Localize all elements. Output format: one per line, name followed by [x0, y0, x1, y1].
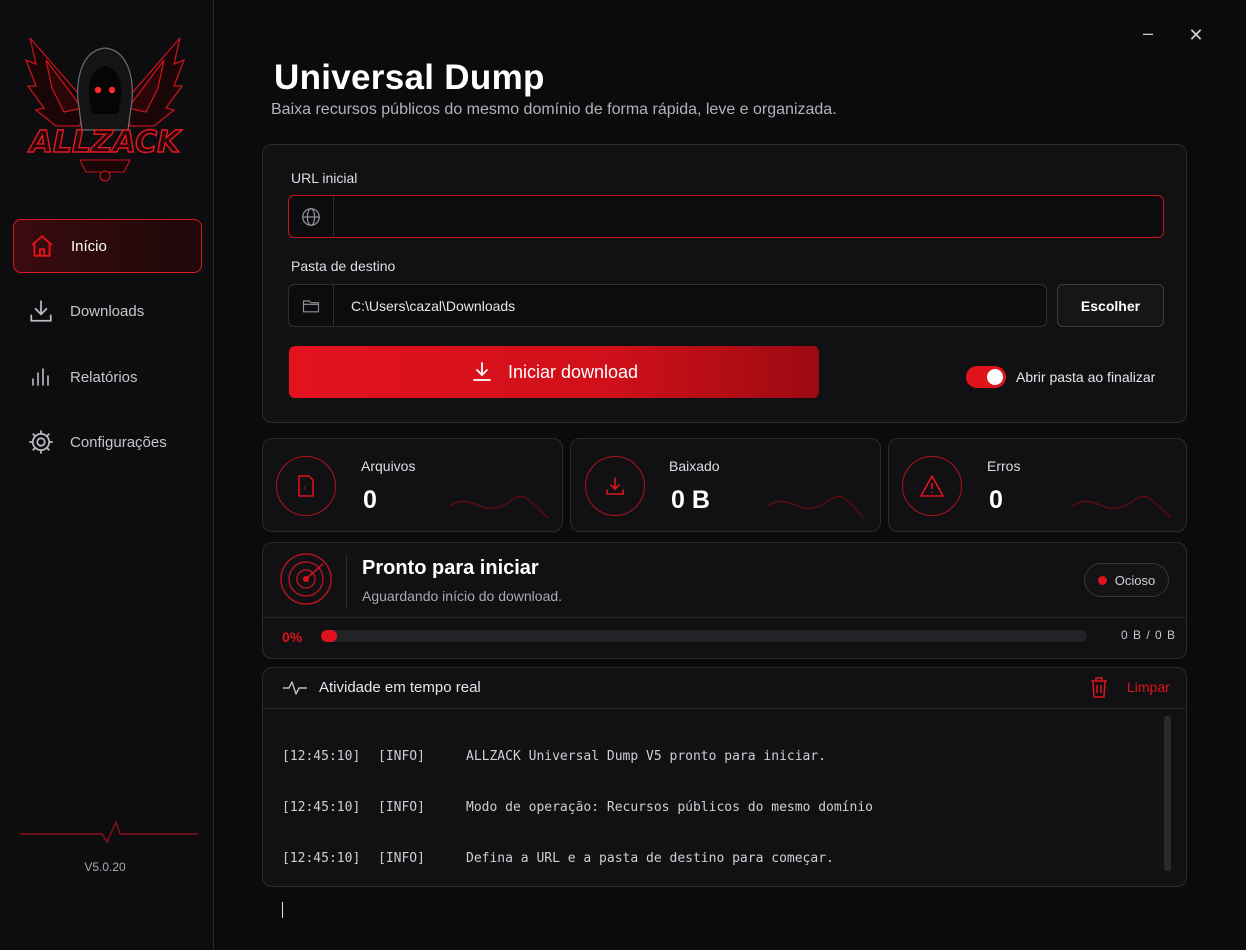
download-icon [470, 360, 494, 384]
folder-input-box: C:\Users\cazal\Downloads [288, 284, 1047, 327]
sidebar-item-relatorios[interactable]: Relatórios [13, 350, 202, 404]
status-badge-label: Ocioso [1114, 572, 1156, 588]
page-title: Universal Dump [274, 58, 545, 97]
log-message: Defina a URL e a pasta de destino para c… [466, 851, 834, 866]
activity-log[interactable]: [12:45:10] [INFO] ALLZACK Universal Dump V… [282, 714, 1158, 918]
progress-bar [321, 630, 1087, 642]
activity-title: Atividade em tempo real [319, 679, 481, 696]
home-icon [28, 232, 56, 260]
radar-icon [280, 553, 332, 605]
log-entry: [12:45:10] [INFO] Defina a URL e a pasta d… [282, 850, 1158, 867]
sidebar-item-label: Início [71, 237, 107, 255]
log-scrollbar[interactable] [1164, 716, 1171, 871]
stat-label: Baixado [669, 458, 720, 474]
stat-label: Arquivos [361, 458, 416, 474]
log-level: [INFO] [378, 800, 425, 815]
sparkline [768, 495, 864, 519]
stat-label: Erros [987, 458, 1021, 474]
progress-percent: 0% [282, 629, 303, 645]
status-title: Pronto para iniciar [362, 557, 539, 579]
warning-icon [902, 456, 962, 516]
log-entry: [12:45:10] [INFO] ALLZACK Universal Dump V… [282, 748, 1158, 765]
page-subtitle: Baixa recursos públicos do mesmo domínio… [271, 101, 837, 118]
close-button[interactable]: ✕ [1183, 22, 1209, 48]
stat-value: 0 B [671, 486, 710, 514]
sidebar: ALLZACK Início Downloads Relatórios Conf… [0, 0, 214, 950]
start-download-label: Iniciar download [507, 361, 639, 382]
gear-icon [27, 428, 55, 456]
log-time: [12:45:10] [282, 800, 361, 815]
folder-icon [289, 285, 334, 326]
globe-icon [289, 196, 334, 237]
log-time: [12:45:10] [282, 749, 361, 764]
sparkline [1073, 495, 1171, 519]
allzack-logo: ALLZACK [24, 37, 186, 182]
clear-log-label: Limpar [1127, 679, 1170, 695]
url-input[interactable] [334, 196, 1163, 237]
status-badge: Ocioso [1084, 563, 1169, 597]
file-icon [276, 456, 336, 516]
stat-value: 0 [989, 486, 1003, 514]
divider [263, 617, 1185, 618]
log-entry: [12:45:10] [INFO] Modo de operação: Recurs… [282, 799, 1158, 816]
url-label: URL inicial [291, 170, 358, 186]
status-dot [1097, 575, 1107, 585]
divider [263, 708, 1185, 709]
open-folder-label: Abrir pasta ao finalizar [1016, 369, 1156, 385]
trash-icon [1090, 676, 1108, 698]
folder-input[interactable]: C:\Users\cazal\Downloads [334, 285, 1046, 326]
clear-log-button[interactable]: Limpar [1090, 676, 1170, 698]
log-level: [INFO] [378, 851, 425, 866]
app-version: V5.0.20 [84, 860, 126, 874]
text-caret [282, 902, 283, 918]
progress-fill [321, 630, 337, 642]
log-message: Modo de operação: Recursos públicos do m… [466, 800, 873, 815]
choose-folder-button[interactable]: Escolher [1057, 284, 1164, 327]
sidebar-item-label: Downloads [70, 302, 145, 320]
progress-bytes: 0 B / 0 B [1121, 628, 1177, 642]
url-input-box [288, 195, 1164, 238]
download-icon [27, 297, 55, 325]
minimize-button[interactable]: – [1135, 20, 1161, 46]
sidebar-item-inicio[interactable]: Início [13, 219, 202, 273]
divider [346, 554, 347, 608]
open-folder-toggle[interactable] [966, 366, 1006, 388]
sidebar-item-label: Relatórios [70, 368, 138, 386]
sparkline [450, 495, 548, 519]
pulse-divider [20, 820, 198, 844]
pulse-icon [283, 681, 307, 695]
log-level: [INFO] [378, 749, 425, 764]
svg-text:ALLZACK: ALLZACK [28, 125, 184, 160]
sidebar-item-configuracoes[interactable]: Configurações [13, 415, 202, 469]
sidebar-item-label: Configurações [70, 433, 167, 451]
folder-label: Pasta de destino [291, 258, 396, 274]
download-icon [585, 456, 645, 516]
start-download-button[interactable]: Iniciar download [289, 346, 819, 398]
status-subtitle: Aguardando início do download. [362, 588, 563, 604]
log-time: [12:45:10] [282, 851, 361, 866]
sidebar-item-downloads[interactable]: Downloads [13, 284, 202, 338]
log-message: ALLZACK Universal Dump V5 pronto para in… [466, 749, 827, 764]
bar-chart-icon [27, 363, 55, 391]
stat-value: 0 [363, 486, 377, 514]
